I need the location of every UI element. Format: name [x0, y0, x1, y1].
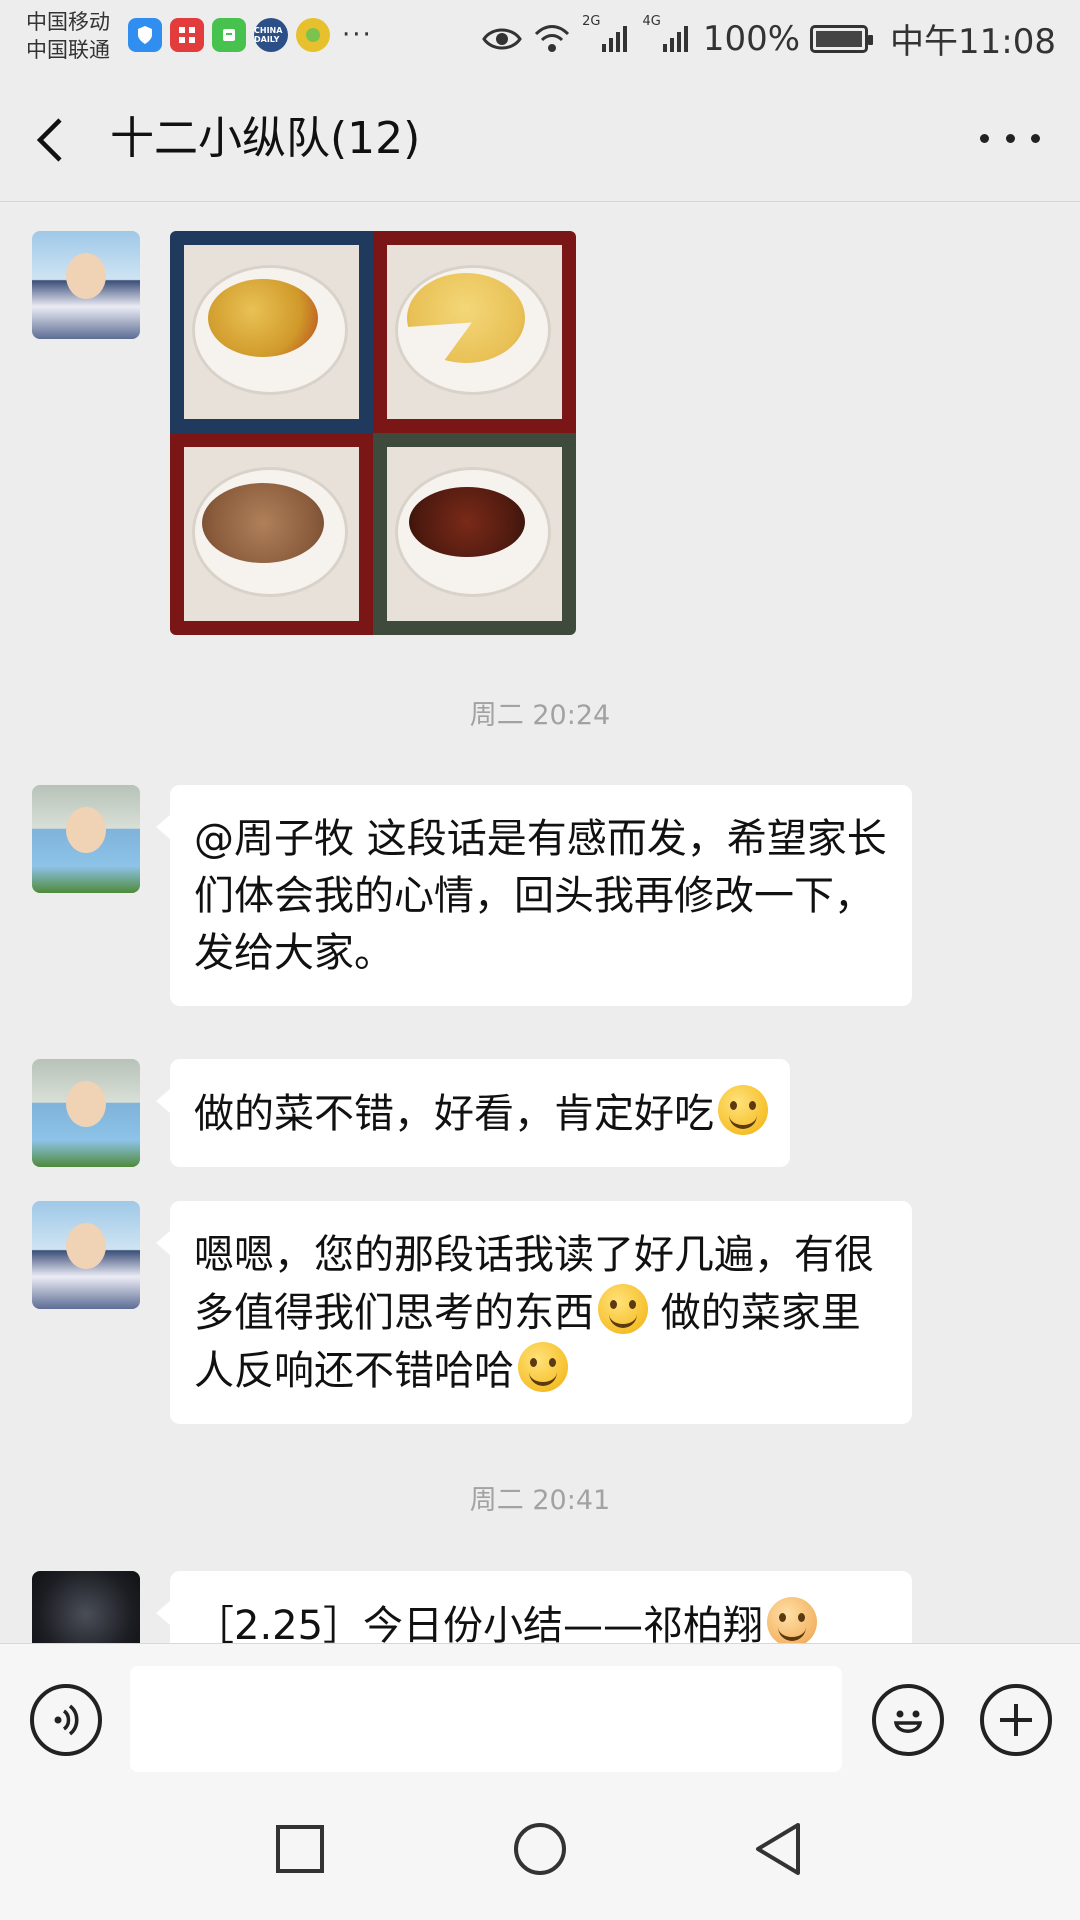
emoji-button[interactable]: [872, 1684, 944, 1756]
smiley-icon: [893, 1710, 923, 1733]
more-options-button[interactable]: [980, 118, 1040, 158]
message-bubble[interactable]: ［2.25］今日份小结——祁柏翔: [156, 1571, 912, 1643]
photo-fried-meat: [170, 433, 373, 635]
timestamp: 周二 20:41: [469, 1485, 611, 1516]
grid-app-icon: [170, 18, 204, 52]
battery-percent: 100%: [702, 18, 801, 59]
signal-2g-label: 2G: [582, 14, 601, 29]
carrier-1: 中国移动: [26, 10, 110, 34]
dot: [1031, 133, 1040, 143]
home-icon[interactable]: [508, 1817, 572, 1881]
photo-cake: [373, 231, 576, 433]
system-status: 2G 4G 100% 中午11:08: [482, 14, 1056, 63]
wifi-icon: [535, 24, 570, 52]
status-bar: 中国移动 中国联通 CHINA DAILY ··· 2G 4G 100% 中午1…: [0, 0, 1080, 78]
avatar-teacher[interactable]: [32, 1201, 140, 1309]
avatar-child[interactable]: [32, 1059, 140, 1167]
message-list[interactable]: 周二 20:24 @周子牧 这段话是有感而发，希望家长们体会我的心情，回头我再修…: [0, 203, 1080, 1643]
more-notifications: ···: [342, 20, 373, 50]
thinking-emoji: [598, 1284, 648, 1334]
dog-emoji: [767, 1597, 818, 1643]
signal-2g-icon: [602, 25, 628, 52]
back-button[interactable]: [30, 112, 80, 168]
message-input[interactable]: [130, 1666, 842, 1772]
carrier-2: 中国联通: [26, 38, 110, 62]
back-triangle-icon[interactable]: [748, 1817, 812, 1881]
message-text: ［2.25］今日份小结——祁柏翔: [194, 1603, 764, 1643]
avatar-face: [66, 253, 106, 299]
recents-icon[interactable]: [268, 1817, 332, 1881]
message-bubble[interactable]: @周子牧 这段话是有感而发，希望家长们体会我的心情，回头我再修改一下，发给大家。: [156, 785, 912, 1006]
avatar-teacher[interactable]: [32, 231, 140, 339]
eye-icon: [482, 28, 522, 49]
grin-emoji: [718, 1085, 768, 1135]
voice-button[interactable]: [30, 1684, 102, 1756]
chat-header: 十二小纵队(12): [0, 78, 1080, 202]
input-bar: [0, 1643, 1080, 1777]
dot: [980, 133, 989, 143]
notification-icons: CHINA DAILY ···: [128, 18, 373, 52]
signal-4g-icon: [662, 25, 688, 52]
chat-title: 十二小纵队(12): [110, 113, 421, 164]
shield-icon: [128, 18, 162, 52]
carrier-labels: 中国移动 中国联通: [26, 8, 110, 64]
notes-app-icon: [212, 18, 246, 52]
photo-braised-wings: [373, 433, 576, 635]
more-functions-button[interactable]: [980, 1684, 1052, 1756]
avatar-child[interactable]: [32, 785, 140, 893]
message-bubble[interactable]: 做的菜不错，好看，肯定好吃: [156, 1059, 790, 1167]
avatar-dark[interactable]: [32, 1571, 140, 1643]
dot: [1005, 133, 1015, 143]
voice-icon: [54, 1704, 79, 1736]
avatar-face: [66, 807, 106, 853]
message-bubble[interactable]: 嗯嗯，您的那段话我读了好几遍，有很多值得我们思考的东西 做的菜家里人反响还不错哈…: [156, 1201, 912, 1424]
battery-icon: [810, 24, 874, 53]
ball-app-icon: [296, 18, 330, 52]
message-text: @周子牧 这段话是有感而发，希望家长们体会我的心情，回头我再修改一下，发给大家。: [194, 816, 887, 976]
avatar-face: [66, 1223, 106, 1269]
clock: 中午11:08: [890, 22, 1056, 62]
photo-tomato-potato: [170, 231, 373, 433]
avatar-face: [66, 1081, 106, 1127]
signal-4g-label: 4G: [642, 14, 661, 29]
timestamp: 周二 20:24: [469, 700, 611, 731]
message-text: 做的菜不错，好看，肯定好吃: [194, 1091, 714, 1137]
food-photo-grid[interactable]: [170, 231, 576, 635]
chevron-left-icon: [36, 118, 62, 162]
system-nav-bar: [0, 1777, 1080, 1920]
china-daily-icon: CHINA DAILY: [254, 18, 288, 52]
plus-icon: [1000, 1704, 1032, 1736]
shy-emoji: [518, 1342, 568, 1392]
